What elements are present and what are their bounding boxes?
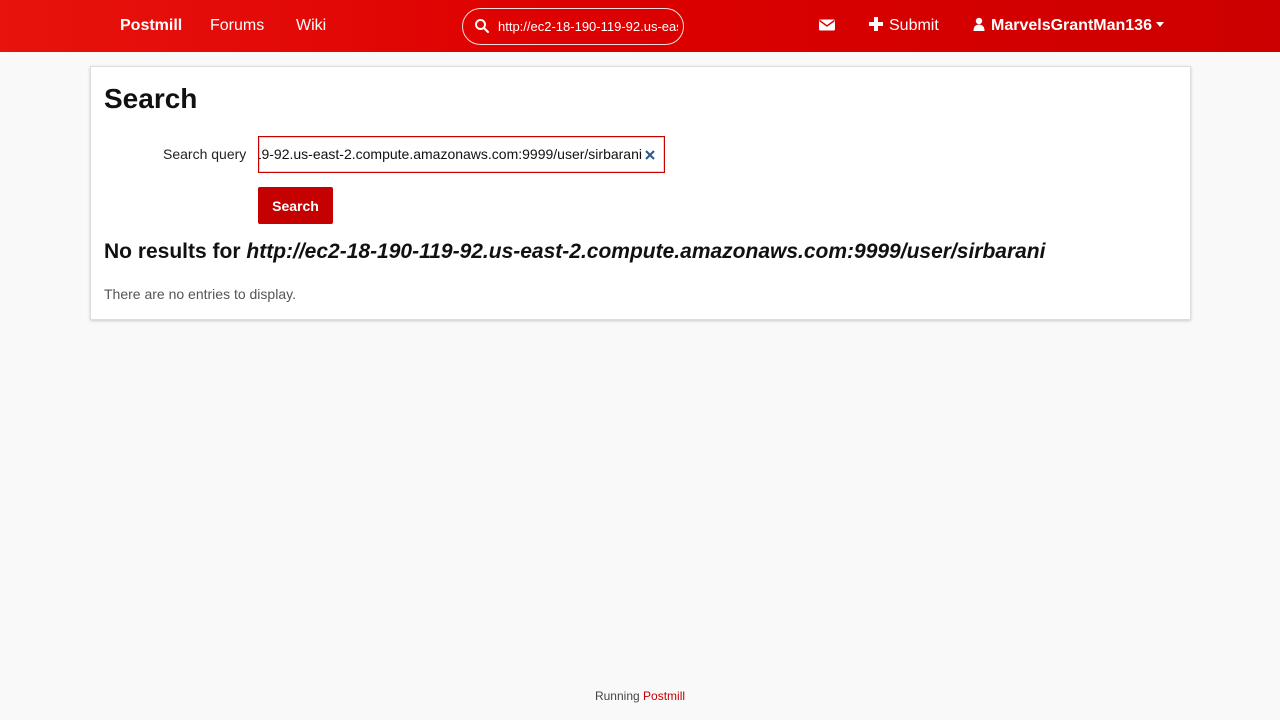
search-card: Search Search query http://ec2-18-190-11… [90,66,1191,320]
header-search-box[interactable] [462,8,684,45]
search-button[interactable]: Search [258,187,333,224]
footer-running-text: Running [594,689,640,703]
submit-label: Submit [889,17,939,34]
user-icon [973,17,985,31]
footer-postmill-link[interactable]: Postmill [643,689,685,703]
no-results-heading: No results for http://ec2-18-190-119-92.… [104,240,1045,264]
page-title: Search [104,83,198,114]
search-query-value: http://ec2-18-190-119-92.us-east-2.compu… [258,146,642,162]
no-results-prefix: No results for [104,240,241,263]
search-query-input[interactable]: http://ec2-18-190-119-92.us-east-2.compu… [258,136,665,173]
top-navbar: Postmill Forums Wiki Submit MarvelsGrant… [0,0,1280,52]
clear-icon[interactable] [645,150,655,160]
search-icon [475,19,490,34]
plus-icon [869,17,883,31]
no-results-query: http://ec2-18-190-119-92.us-east-2.compu… [246,240,1046,263]
user-menu[interactable]: MarvelsGrantMan136 [973,0,1164,52]
header-search-input[interactable] [498,9,678,44]
submit-link[interactable]: Submit [869,0,939,52]
username: MarvelsGrantMan136 [991,17,1152,34]
envelope-icon[interactable] [818,16,836,34]
brand-link[interactable]: Postmill [120,0,182,52]
search-query-label: Search query [163,146,247,162]
footer: Running Postmill [0,689,1280,703]
nav-forums-link[interactable]: Forums [210,0,264,52]
nav-wiki-link[interactable]: Wiki [296,0,326,52]
empty-message: There are no entries to display. [104,286,296,302]
caret-down-icon [1155,22,1164,27]
